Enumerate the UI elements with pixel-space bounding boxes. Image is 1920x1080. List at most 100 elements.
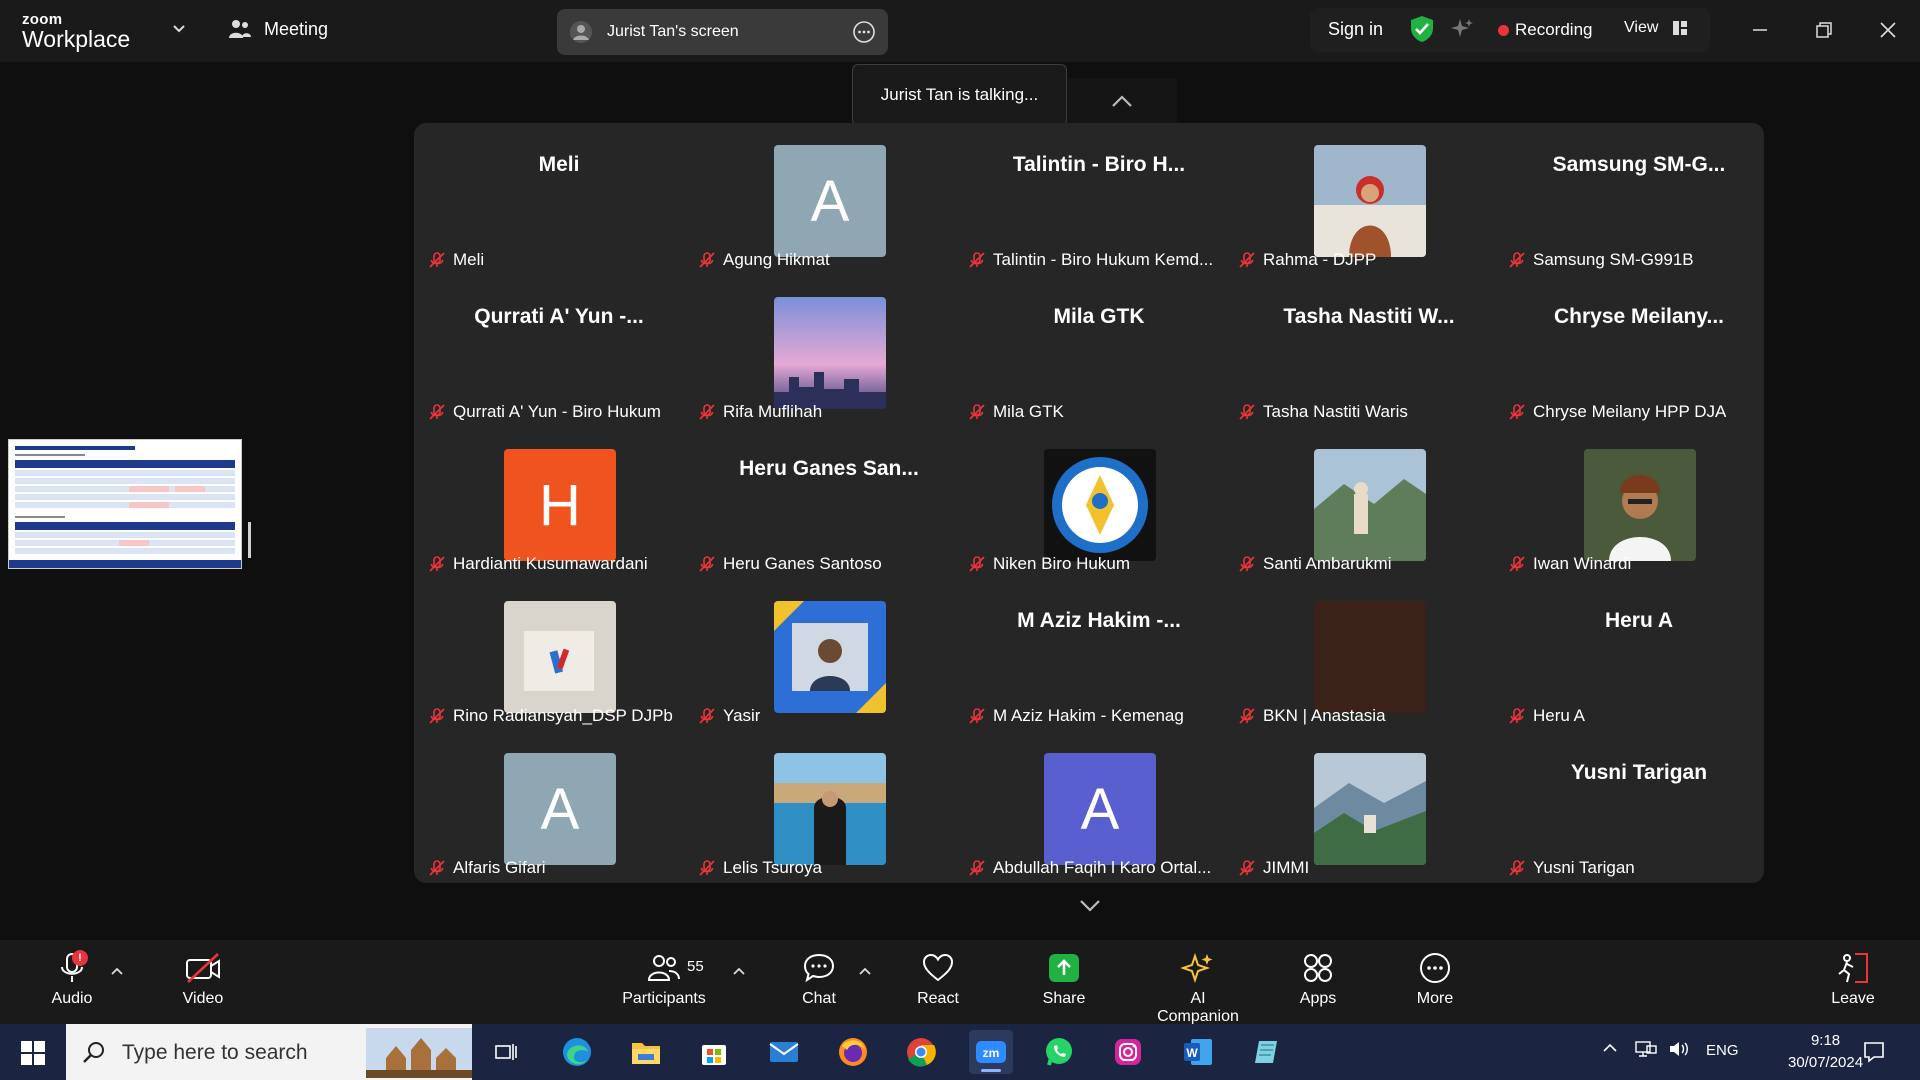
taskbar-clock[interactable]: 9:18 30/07/2024 bbox=[1788, 1030, 1863, 1074]
leave-label: Leave bbox=[1831, 990, 1875, 1007]
participant-name: Iwan Winardi bbox=[1533, 554, 1632, 573]
people-icon bbox=[229, 20, 251, 38]
participant-name: Tasha Nastiti Waris bbox=[1263, 402, 1408, 421]
next-page-button[interactable] bbox=[1035, 886, 1145, 926]
participant-tile[interactable]: Heru Ganes San... Heru Ganes Santoso bbox=[694, 427, 964, 579]
audio-options-caret-icon[interactable] bbox=[110, 966, 124, 976]
participant-tile[interactable]: Rahma - DJPP bbox=[1234, 123, 1504, 275]
recording-indicator[interactable]: Recording bbox=[1515, 20, 1593, 40]
volume-icon[interactable] bbox=[1668, 1040, 1690, 1058]
participant-tile[interactable]: Tasha Nastiti W... Tasha Nastiti Waris bbox=[1234, 275, 1504, 427]
audio-label: Audio bbox=[51, 990, 93, 1007]
chat-caret-icon[interactable] bbox=[858, 966, 872, 976]
chevron-down-icon[interactable] bbox=[172, 22, 186, 36]
participants-caret-icon[interactable] bbox=[732, 966, 746, 976]
video-button[interactable]: Video bbox=[153, 952, 253, 1008]
participant-tile[interactable]: Samsung SM-G... Samsung SM-G991B bbox=[1504, 123, 1774, 275]
participant-tile[interactable]: Iwan Winardi bbox=[1504, 427, 1774, 579]
close-icon[interactable] bbox=[1876, 18, 1900, 42]
microsoft-store-icon[interactable] bbox=[692, 1030, 736, 1074]
participant-tile[interactable]: Heru A Heru A bbox=[1504, 579, 1774, 731]
taskbar-search-box[interactable]: Type here to search bbox=[66, 1024, 472, 1080]
participant-tile[interactable]: Rifa Muflihah bbox=[694, 275, 964, 427]
mic-muted-icon bbox=[969, 556, 985, 572]
grid-view-icon[interactable] bbox=[1672, 20, 1688, 36]
mic-muted-icon bbox=[1509, 252, 1525, 268]
collapse-button[interactable] bbox=[1067, 78, 1177, 124]
participant-tile[interactable]: Mila GTK Mila GTK bbox=[964, 275, 1234, 427]
mail-icon[interactable] bbox=[762, 1030, 806, 1074]
participant-tile[interactable]: M Aziz Hakim -... M Aziz Hakim - Kemenag bbox=[964, 579, 1234, 731]
notes-app-icon[interactable] bbox=[1244, 1030, 1288, 1074]
active-speaker-banner: Jurist Tan is talking... bbox=[852, 64, 1067, 126]
participant-tile[interactable]: A Agung Hikmat bbox=[694, 123, 964, 275]
participant-caption: Chryse Meilany HPP DJA bbox=[1508, 399, 1726, 425]
leave-icon bbox=[1838, 953, 1868, 983]
audio-warning-badge: ! bbox=[72, 950, 88, 966]
avatar: A bbox=[504, 753, 616, 865]
participant-tile[interactable]: A Abdullah Faqih l Karo Ortal... bbox=[964, 731, 1234, 883]
more-options-icon[interactable] bbox=[852, 20, 876, 44]
notification-center-icon[interactable] bbox=[1862, 1040, 1886, 1064]
shield-check-icon[interactable] bbox=[1410, 15, 1434, 43]
participant-tile[interactable]: H Hardianti Kusumawardani bbox=[424, 427, 694, 579]
participant-tile[interactable]: Yusni Tarigan Yusni Tarigan bbox=[1504, 731, 1774, 883]
instagram-icon[interactable] bbox=[1106, 1030, 1150, 1074]
participant-tile[interactable]: Chryse Meilany... Chryse Meilany HPP DJA bbox=[1504, 275, 1774, 427]
language-indicator[interactable]: ENG bbox=[1706, 1042, 1739, 1059]
chrome-icon[interactable] bbox=[899, 1030, 943, 1074]
participant-name: Rino Radiansyah_DSP DJPb bbox=[453, 706, 673, 725]
participant-tile[interactable]: Rino Radiansyah_DSP DJPb bbox=[424, 579, 694, 731]
participant-tile[interactable]: Santi Ambarukmi bbox=[1234, 427, 1504, 579]
meeting-menu[interactable]: Meeting bbox=[228, 18, 328, 40]
word-icon[interactable]: W bbox=[1176, 1030, 1220, 1074]
participant-name: Niken Biro Hukum bbox=[993, 554, 1130, 573]
react-button[interactable]: React bbox=[888, 952, 988, 1008]
participant-caption: Samsung SM-G991B bbox=[1508, 247, 1694, 273]
ai-companion-button[interactable]: AI Companion bbox=[1148, 952, 1248, 1026]
view-button[interactable]: View bbox=[1624, 19, 1658, 37]
screen-share-pill[interactable]: Jurist Tan's screen bbox=[557, 9, 888, 55]
participant-name: BKN | Anastasia bbox=[1263, 706, 1386, 725]
whatsapp-icon[interactable] bbox=[1037, 1030, 1081, 1074]
firefox-icon[interactable] bbox=[831, 1030, 875, 1074]
mic-muted-icon bbox=[699, 404, 715, 420]
participant-name: M Aziz Hakim - Kemenag bbox=[993, 706, 1184, 725]
participant-tile[interactable]: Talintin - Biro H... Talintin - Biro Huku… bbox=[964, 123, 1234, 275]
participant-tile[interactable]: Meli Meli bbox=[424, 123, 694, 275]
restore-icon[interactable] bbox=[1812, 18, 1836, 42]
participant-tile[interactable]: Niken Biro Hukum bbox=[964, 427, 1234, 579]
sparkle-icon[interactable] bbox=[1450, 17, 1474, 41]
chevron-up-icon bbox=[1112, 95, 1132, 107]
share-button[interactable]: Share bbox=[1014, 952, 1114, 1008]
chat-button[interactable]: Chat bbox=[769, 952, 869, 1008]
zoom-taskbar-icon[interactable]: zm bbox=[969, 1030, 1013, 1074]
leave-button[interactable]: Leave bbox=[1803, 952, 1903, 1008]
participant-name: Rifa Muflihah bbox=[723, 402, 823, 421]
participant-tile[interactable]: Yasir bbox=[694, 579, 964, 731]
resize-handle[interactable] bbox=[248, 522, 251, 558]
participant-tile[interactable]: BKN | Anastasia bbox=[1234, 579, 1504, 731]
minimize-icon[interactable] bbox=[1748, 18, 1772, 42]
avatar-letter: A bbox=[1080, 776, 1120, 842]
windows-start-icon[interactable] bbox=[20, 1040, 46, 1066]
participant-name: Chryse Meilany HPP DJA bbox=[1533, 402, 1727, 421]
apps-button[interactable]: Apps bbox=[1268, 952, 1368, 1008]
zoom-workplace-logo[interactable]: zoom Workplace bbox=[22, 12, 130, 51]
participant-tile[interactable]: A Alfaris Gifari bbox=[424, 731, 694, 883]
chevron-up-icon[interactable] bbox=[1602, 1040, 1618, 1056]
network-icon[interactable] bbox=[1635, 1040, 1657, 1058]
task-view-icon[interactable] bbox=[484, 1030, 528, 1074]
participant-tile[interactable]: Qurrati A' Yun -... Qurrati A' Yun - Biro… bbox=[424, 275, 694, 427]
participant-tile[interactable]: Lelis Tsuroya bbox=[694, 731, 964, 883]
sign-in-button[interactable]: Sign in bbox=[1328, 19, 1383, 40]
shared-screen-thumbnail[interactable] bbox=[8, 439, 242, 569]
participant-name: Yusni Tarigan bbox=[1533, 858, 1635, 877]
edge-browser-icon[interactable] bbox=[555, 1030, 599, 1074]
more-button[interactable]: More bbox=[1385, 952, 1485, 1008]
video-label: Video bbox=[182, 990, 224, 1007]
participant-tile[interactable]: JIMMI bbox=[1234, 731, 1504, 883]
participant-name: Talintin - Biro Hukum Kemd... bbox=[993, 250, 1214, 269]
participant-name-card: Meli bbox=[538, 153, 580, 176]
file-explorer-icon[interactable] bbox=[624, 1030, 668, 1074]
